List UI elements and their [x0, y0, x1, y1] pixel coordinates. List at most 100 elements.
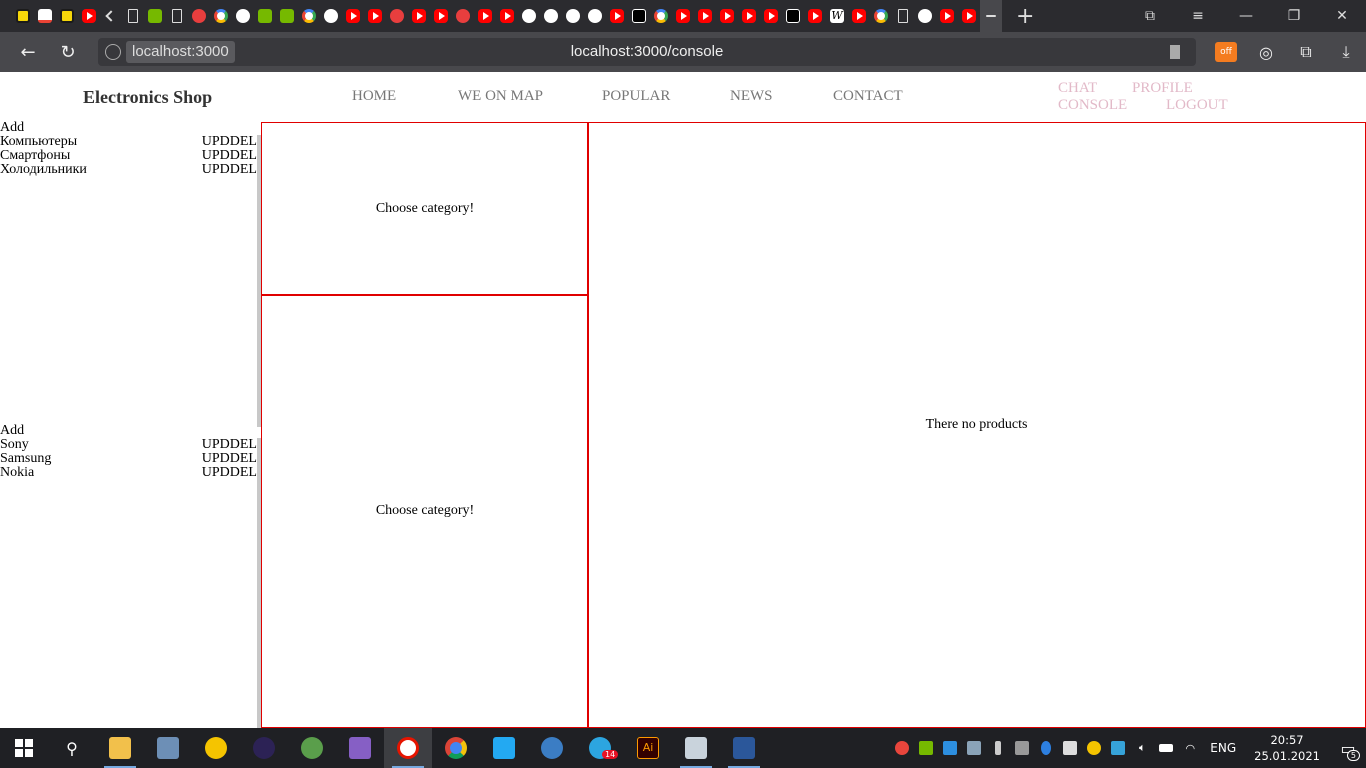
tab-tab[interactable] [386, 0, 408, 32]
restore-button[interactable]: ❐ [1270, 0, 1318, 32]
start-button[interactable] [0, 728, 48, 768]
nav-console[interactable]: CONSOLE [1058, 97, 1127, 114]
list-item[interactable]: Компьютеры UPDDEL [0, 135, 257, 149]
tab-github[interactable] [584, 0, 606, 32]
brand-actions[interactable]: UPDDEL [202, 452, 257, 466]
taskbar-illustrator[interactable]: Ai [624, 728, 672, 768]
bookmark-icon[interactable] [1170, 45, 1180, 59]
nav-logout[interactable]: LOGOUT [1166, 97, 1228, 114]
clock[interactable]: 20:57 25.01.2021 [1244, 732, 1330, 764]
tab-tab[interactable] [452, 0, 474, 32]
tab-gmail[interactable] [34, 0, 56, 32]
tab-youtube[interactable] [474, 0, 496, 32]
tray-icon[interactable] [1034, 728, 1058, 768]
tab-tab[interactable] [232, 0, 254, 32]
tray-icon[interactable] [1154, 728, 1178, 768]
minimize-button[interactable]: — [1222, 0, 1270, 32]
tab-github[interactable] [540, 0, 562, 32]
taskbar-explorer[interactable] [96, 728, 144, 768]
tab-tab[interactable] [166, 0, 188, 32]
new-tab-button[interactable]: + [1016, 4, 1034, 29]
tray-icon[interactable] [1082, 728, 1106, 768]
back-button[interactable]: ← [8, 32, 48, 72]
tab-github[interactable] [518, 0, 540, 32]
tab-tab[interactable] [122, 0, 144, 32]
nav-popular[interactable]: POPULAR [602, 88, 670, 105]
tab-youtube[interactable] [672, 0, 694, 32]
tab-google[interactable] [210, 0, 232, 32]
reload-button[interactable]: ↻ [48, 32, 88, 72]
language-indicator[interactable]: ENG [1202, 741, 1244, 755]
tab-youtube[interactable] [694, 0, 716, 32]
tray-icon[interactable] [914, 728, 938, 768]
tray-icon[interactable] [938, 728, 962, 768]
tab-nvidia[interactable] [276, 0, 298, 32]
tab-youtube[interactable] [78, 0, 100, 32]
taskbar-app[interactable] [192, 728, 240, 768]
tab-youtube[interactable] [606, 0, 628, 32]
taskbar-eclipse[interactable] [240, 728, 288, 768]
add-brand-button[interactable]: Add [0, 424, 257, 438]
tray-icon[interactable] [986, 728, 1010, 768]
tab-tab[interactable] [12, 0, 34, 32]
nav-contact[interactable]: CONTACT [833, 88, 903, 105]
list-item[interactable]: Холодильники UPDDEL [0, 163, 257, 177]
tab-tab[interactable] [870, 0, 892, 32]
tab-youtube[interactable] [716, 0, 738, 32]
url-input[interactable]: localhost:3000 localhost:3000/console [98, 38, 1196, 66]
notifications-button[interactable]: ▭ 5 [1330, 728, 1366, 768]
tab-tab[interactable] [892, 0, 914, 32]
category-actions[interactable]: UPDDEL [202, 135, 257, 149]
nav-we-on-map[interactable]: WE ON MAP [458, 88, 543, 105]
tab-active[interactable] [980, 0, 1002, 32]
taskbar-app[interactable] [528, 728, 576, 768]
tab-youtube[interactable] [342, 0, 364, 32]
nav-chat[interactable]: CHAT [1058, 80, 1097, 97]
taskbar-vscode[interactable] [480, 728, 528, 768]
category-actions[interactable]: UPDDEL [202, 163, 257, 177]
tab-google[interactable] [298, 0, 320, 32]
tray-icon[interactable] [890, 728, 914, 768]
tray-icon[interactable] [1058, 728, 1082, 768]
tab-youtube[interactable] [760, 0, 782, 32]
collections-button[interactable]: ⧉ [1126, 0, 1174, 32]
tab-youtube[interactable] [936, 0, 958, 32]
tab-nvidia[interactable] [254, 0, 276, 32]
tab-github[interactable] [562, 0, 584, 32]
nav-home[interactable]: HOME [352, 88, 396, 105]
tray-icon[interactable] [1106, 728, 1130, 768]
tab-youtube[interactable] [804, 0, 826, 32]
add-category-button[interactable]: Add [0, 121, 257, 135]
tray-icon[interactable] [1010, 728, 1034, 768]
tab-tab[interactable] [144, 0, 166, 32]
tab-youtube[interactable] [848, 0, 870, 32]
taskbar-word[interactable] [720, 728, 768, 768]
tab-tab[interactable] [782, 0, 804, 32]
category-actions[interactable]: UPDDEL [202, 149, 257, 163]
tab-youtube[interactable] [430, 0, 452, 32]
downloads-button[interactable]: ⤓ [1326, 32, 1366, 72]
tab-tab[interactable] [914, 0, 936, 32]
taskbar-calculator[interactable] [144, 728, 192, 768]
extension-off[interactable]: off [1206, 32, 1246, 72]
tab-youtube[interactable] [364, 0, 386, 32]
extension-target[interactable]: ◎ [1246, 32, 1286, 72]
tab-github[interactable] [320, 0, 342, 32]
tab-tab[interactable] [188, 0, 210, 32]
tray-icon[interactable]: 🔈︎ [1130, 728, 1154, 768]
taskbar-chrome[interactable] [432, 728, 480, 768]
tab-tab[interactable] [628, 0, 650, 32]
tab-youtube[interactable] [496, 0, 518, 32]
tab-wikipedia[interactable]: W [826, 0, 848, 32]
taskbar-app[interactable] [672, 728, 720, 768]
tab-tab[interactable] [56, 0, 78, 32]
taskbar-android-studio[interactable] [288, 728, 336, 768]
nav-profile[interactable]: PROFILE [1132, 80, 1193, 97]
tab-youtube[interactable] [408, 0, 430, 32]
tab-scroll-back[interactable] [100, 0, 122, 32]
tab-google[interactable] [650, 0, 672, 32]
list-item[interactable]: Nokia UPDDEL [0, 466, 257, 480]
list-item[interactable]: Sony UPDDEL [0, 438, 257, 452]
tab-youtube[interactable] [738, 0, 760, 32]
taskbar-visual-studio[interactable] [336, 728, 384, 768]
